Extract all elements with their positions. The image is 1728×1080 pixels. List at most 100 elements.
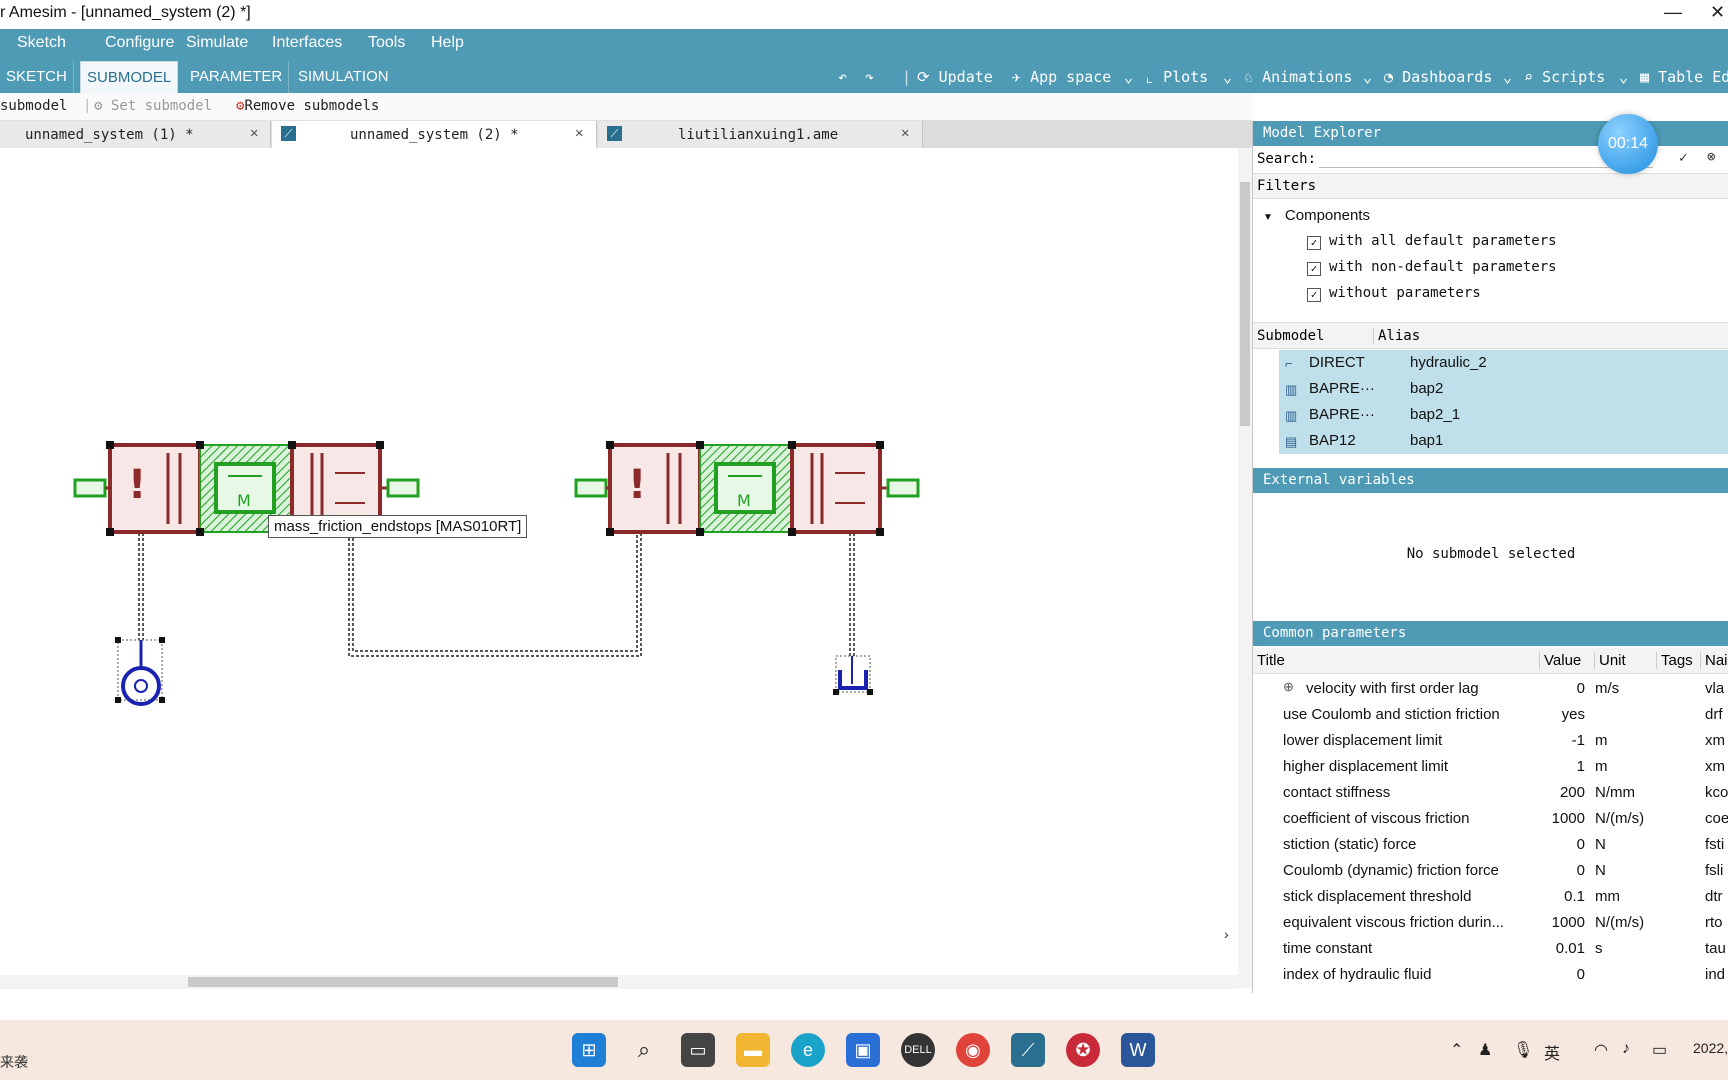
table-editor-button[interactable]: ▦ Table Edi [1640, 68, 1728, 86]
plots-button[interactable]: ⌞ Plots [1145, 68, 1208, 86]
ime-indicator[interactable]: 英 [1544, 1040, 1560, 1064]
parameter-row[interactable]: lower displacement limit -1 m xm [1253, 728, 1728, 754]
menu-sketch[interactable]: Sketch [17, 34, 66, 52]
actuator-right[interactable]: ! M [574, 441, 920, 536]
word-icon[interactable]: W [1121, 1033, 1155, 1067]
filter-non-default-params[interactable]: ✓ with non-default parameters [1307, 259, 1557, 276]
hydraulic-line-middle[interactable] [348, 533, 642, 657]
submodel-row[interactable]: ▤ BAP12 bap1 [1279, 428, 1728, 454]
column-unit[interactable]: Unit [1594, 652, 1626, 669]
pressure-source[interactable] [115, 637, 165, 706]
parameter-row[interactable]: ⊕ velocity with first order lag 0 m/s vla [1253, 676, 1728, 702]
app-space-button[interactable]: ✈ App space [1012, 68, 1111, 86]
doc-tab-liutilianxuing[interactable]: ⟋ liutilianxuing1.ame ✕ [598, 121, 923, 148]
close-tab-icon[interactable]: ✕ [575, 125, 583, 141]
parameter-row[interactable]: Coulomb (dynamic) friction force 0 Nfsli [1253, 858, 1728, 884]
column-title[interactable]: Title [1257, 652, 1285, 669]
edge-browser-icon[interactable]: e [791, 1033, 825, 1067]
check-icon[interactable]: ✓ [1679, 150, 1687, 166]
param-value[interactable]: 0 [1535, 966, 1585, 983]
components-group[interactable]: ▼ Components [1263, 207, 1370, 224]
parameter-row[interactable]: equivalent viscous friction durin... 1000… [1253, 910, 1728, 936]
chrome-icon[interactable]: ◉ [956, 1033, 990, 1067]
remove-submodels-button[interactable]: ⚙Remove submodels [236, 98, 379, 114]
filters-header[interactable]: Filters [1253, 173, 1728, 199]
checkbox-checked-icon[interactable]: ✓ [1307, 236, 1321, 250]
param-value[interactable]: 1000 [1535, 810, 1585, 827]
doc-tab-system-2[interactable]: ⟋ unnamed_system (2) * ✕ [272, 121, 597, 148]
param-value[interactable]: 0.01 [1535, 940, 1585, 957]
submodel-row[interactable]: ⌐ DIRECT hydraulic_2 [1279, 350, 1728, 376]
param-value[interactable]: 1 [1535, 758, 1585, 775]
filter-without-params[interactable]: ✓ without parameters [1307, 285, 1481, 302]
scroll-right-arrow-icon[interactable]: › [1224, 926, 1229, 942]
animations-button[interactable]: ♘ Animations [1244, 68, 1352, 86]
param-value[interactable]: 200 [1535, 784, 1585, 801]
checkbox-checked-icon[interactable]: ✓ [1307, 262, 1321, 276]
animations-dropdown-icon[interactable]: ⌄ [1363, 68, 1372, 86]
parameter-row[interactable]: time constant 0.01 s tau [1253, 936, 1728, 962]
menu-help[interactable]: Help [431, 34, 464, 52]
filter-default-params[interactable]: ✓ with all default parameters [1307, 233, 1557, 250]
show-hidden-icons-icon[interactable]: ⌃ [1450, 1040, 1463, 1060]
dashboards-button[interactable]: ◔ Dashboards [1384, 68, 1492, 86]
menu-interfaces[interactable]: Interfaces [272, 34, 342, 52]
scripts-button[interactable]: ⌕ Scripts [1524, 68, 1605, 86]
menu-configure[interactable]: Configure [105, 34, 174, 52]
minimize-icon[interactable]: — [1664, 2, 1682, 23]
menu-simulate[interactable]: Simulate [186, 34, 248, 52]
sketch-canvas[interactable]: ! M ! M › [0, 148, 1238, 988]
close-tab-icon[interactable]: ✕ [250, 125, 258, 141]
param-value[interactable]: 0 [1535, 680, 1585, 697]
dashboards-dropdown-icon[interactable]: ⌄ [1503, 68, 1512, 86]
param-value[interactable]: -1 [1535, 732, 1585, 749]
dell-icon[interactable]: DELL [901, 1033, 935, 1067]
param-value[interactable]: yes [1535, 706, 1585, 723]
column-value[interactable]: Value [1539, 652, 1581, 669]
taskbar-widget-text[interactable]: 来袭 [0, 1052, 28, 1072]
canvas-horizontal-scrollbar[interactable] [0, 975, 1238, 989]
task-view-icon[interactable]: ▭ [681, 1033, 715, 1067]
param-value[interactable]: 1000 [1535, 914, 1585, 931]
param-value[interactable]: 0 [1535, 862, 1585, 879]
tab-simulation[interactable]: SIMULATION [292, 61, 395, 93]
volume-icon[interactable]: ♪ [1622, 1040, 1630, 1058]
menu-tools[interactable]: Tools [368, 34, 405, 52]
amesim-app-icon[interactable]: ⟋ [1011, 1033, 1045, 1067]
microsoft-store-icon[interactable]: ▣ [846, 1033, 880, 1067]
parameter-row[interactable]: index of hydraulic fluid 0 ind [1253, 962, 1728, 988]
column-alias[interactable]: Alias [1373, 328, 1420, 344]
param-value[interactable]: 0.1 [1535, 888, 1585, 905]
recording-timer[interactable]: 00:14 [1598, 114, 1658, 174]
windows-start-icon[interactable]: ⊞ [572, 1033, 606, 1067]
clock[interactable]: 2022, [1693, 1040, 1728, 1056]
parameter-row[interactable]: stiction (static) force 0 Nfsti [1253, 832, 1728, 858]
parameter-row[interactable]: contact stiffness 200 N/mm kco [1253, 780, 1728, 806]
column-submodel[interactable]: Submodel [1257, 328, 1324, 344]
tank[interactable] [833, 655, 873, 695]
tab-submodel[interactable]: SUBMODEL [80, 61, 179, 93]
checkbox-checked-icon[interactable]: ✓ [1307, 288, 1321, 302]
qq-icon[interactable]: ♟ [1478, 1040, 1492, 1060]
column-tags[interactable]: Tags [1656, 652, 1693, 669]
clear-search-icon[interactable]: ⊗ [1707, 149, 1715, 165]
undo-icon[interactable]: ↶ [838, 68, 847, 86]
search-icon[interactable]: ⌕ [627, 1033, 661, 1067]
app-icon[interactable]: ✪ [1066, 1033, 1100, 1067]
submodel-row[interactable]: ▥ BAPRE··· bap2 [1279, 376, 1728, 402]
hydraulic-line-left[interactable] [138, 533, 144, 640]
canvas-vertical-scrollbar[interactable] [1238, 148, 1252, 988]
submodel-row[interactable]: ▥ BAPRE··· bap2_1 [1279, 402, 1728, 428]
parameter-row[interactable]: use Coulomb and stiction friction yes drf [1253, 702, 1728, 728]
redo-icon[interactable]: ↷ [865, 68, 874, 86]
tab-parameter[interactable]: PARAMETER [184, 61, 290, 93]
param-value[interactable]: 0 [1535, 836, 1585, 853]
wifi-icon[interactable]: ◠ [1594, 1040, 1608, 1060]
app-space-dropdown-icon[interactable]: ⌄ [1124, 68, 1133, 86]
update-button[interactable]: ⟳ Update [917, 68, 993, 86]
doc-tab-system-1[interactable]: unnamed_system (1) * ✕ [0, 121, 271, 148]
hydraulic-line-right[interactable] [849, 533, 855, 658]
horizontal-scroll-thumb[interactable] [188, 977, 618, 987]
plots-dropdown-icon[interactable]: ⌄ [1223, 68, 1232, 86]
close-tab-icon[interactable]: ✕ [901, 125, 909, 141]
